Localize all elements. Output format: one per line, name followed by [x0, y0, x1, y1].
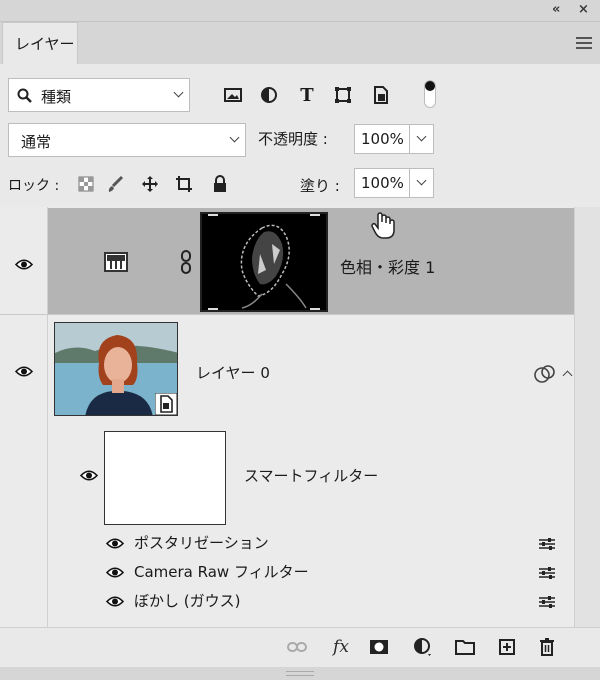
- layer-mask-thumbnail[interactable]: [200, 212, 328, 312]
- fill-label: 塗り :: [300, 177, 340, 195]
- filter-shape-icon[interactable]: [332, 84, 354, 106]
- blend-mode-value: 通常: [21, 133, 52, 151]
- filter-item[interactable]: ポスタリゼーション: [134, 532, 269, 553]
- link-icon[interactable]: [180, 250, 192, 274]
- collapse-icon[interactable]: «: [552, 2, 560, 17]
- filter-options-icon[interactable]: [538, 537, 556, 551]
- opacity-label: 不透明度 :: [258, 130, 328, 148]
- tab-bar: レイヤー: [0, 22, 600, 64]
- tab-layers-label: レイヤー: [15, 35, 75, 53]
- filter-options-icon[interactable]: [538, 595, 556, 609]
- layer-name[interactable]: レイヤー 0: [196, 362, 270, 383]
- visibility-eye-icon[interactable]: [15, 366, 33, 377]
- new-layer-icon[interactable]: [496, 636, 518, 658]
- smart-object-badge-icon: [155, 393, 177, 415]
- panel-header-strip: « ×: [0, 0, 600, 22]
- collapse-filters-icon[interactable]: [562, 370, 573, 381]
- layer-name[interactable]: 色相・彩度 1: [340, 254, 435, 278]
- close-icon[interactable]: ×: [578, 2, 589, 17]
- opacity-value: 100%: [361, 130, 404, 148]
- visibility-eye-icon[interactable]: [15, 259, 33, 270]
- lock-label: ロック :: [8, 178, 60, 194]
- filter-smart-object-icon[interactable]: [370, 84, 392, 106]
- fx-button[interactable]: fx: [330, 636, 352, 658]
- smart-filter-label[interactable]: スマートフィルター: [244, 465, 378, 486]
- fx-label: fx: [333, 637, 349, 657]
- chevron-down-icon: [229, 132, 240, 143]
- chevron-down-icon: [416, 175, 427, 186]
- visibility-eye-icon[interactable]: [80, 470, 98, 481]
- blend-mode-select[interactable]: 通常: [8, 123, 246, 157]
- fill-input[interactable]: 100%: [354, 168, 434, 198]
- filter-kind-select[interactable]: 種類: [8, 78, 190, 112]
- filter-pixel-icon[interactable]: [222, 84, 244, 106]
- tab-layers[interactable]: レイヤー: [2, 22, 78, 64]
- filter-options-icon[interactable]: [538, 566, 556, 580]
- layer-row-layer0[interactable]: レイヤー 0: [48, 318, 574, 430]
- opacity-dropdown[interactable]: [409, 125, 433, 153]
- fill-value: 100%: [361, 174, 404, 192]
- lock-artboard-icon[interactable]: [174, 174, 194, 194]
- lock-all-icon[interactable]: [210, 174, 230, 194]
- visibility-eye-icon[interactable]: [106, 596, 124, 607]
- lock-position-icon[interactable]: [140, 174, 160, 194]
- resize-grip[interactable]: [0, 667, 600, 680]
- layer-thumbnail[interactable]: [54, 322, 178, 416]
- filter-item[interactable]: Camera Raw フィルター: [134, 561, 309, 582]
- search-icon: [17, 88, 32, 103]
- lock-transparent-icon[interactable]: [76, 174, 96, 194]
- filter-toggle[interactable]: [424, 80, 436, 108]
- filter-item[interactable]: ぼかし (ガウス): [134, 590, 240, 611]
- new-group-folder-icon[interactable]: [454, 636, 476, 658]
- link-layers-icon[interactable]: [286, 636, 308, 658]
- row-divider: [0, 314, 574, 315]
- panel-menu-icon[interactable]: [576, 37, 592, 49]
- fill-dropdown[interactable]: [409, 169, 433, 197]
- lock-pixels-icon[interactable]: [106, 174, 126, 194]
- filter-kind-label: 種類: [41, 88, 72, 106]
- filter-adjustment-icon[interactable]: [258, 84, 280, 106]
- add-mask-icon[interactable]: [368, 636, 390, 658]
- adjustment-layer-icon: [104, 252, 128, 272]
- visibility-gutter: [0, 207, 48, 627]
- scrollbar[interactable]: [574, 207, 600, 627]
- opacity-input[interactable]: 100%: [354, 124, 434, 154]
- chevron-down-icon: [173, 87, 184, 98]
- filter-type-icon[interactable]: T: [296, 84, 318, 106]
- visibility-eye-icon[interactable]: [106, 567, 124, 578]
- layer-row-hue-saturation[interactable]: 色相・彩度 1: [48, 208, 574, 314]
- new-adjustment-layer-icon[interactable]: [412, 636, 434, 658]
- visibility-eye-icon[interactable]: [106, 538, 124, 549]
- chevron-down-icon: [416, 131, 427, 142]
- smart-filter-toggle-icon[interactable]: [534, 364, 556, 384]
- delete-layer-trash-icon[interactable]: [536, 636, 558, 658]
- smart-filter-mask-thumbnail[interactable]: [104, 431, 226, 525]
- hand-cursor-icon: [371, 212, 395, 239]
